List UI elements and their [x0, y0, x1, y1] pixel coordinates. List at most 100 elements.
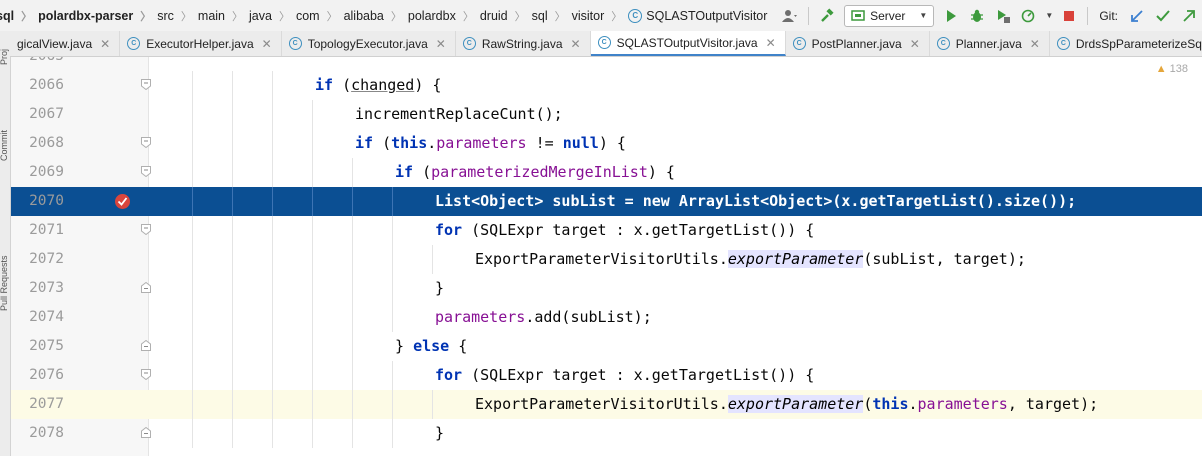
keyword-token: for [435, 221, 463, 239]
inspection-widget[interactable]: ▲ 138 [1156, 63, 1188, 75]
more-run-options-chevron-icon[interactable]: ▼ [1044, 5, 1054, 27]
code-line[interactable]: 2065 [11, 57, 1202, 71]
code-line[interactable]: 2075} else { [11, 332, 1202, 361]
code-token: ( [333, 76, 352, 94]
indent-guide [352, 187, 353, 216]
indent-guide [312, 100, 313, 129]
code-line[interactable]: 2078} [11, 419, 1202, 448]
code-line[interactable]: 2070 List<Object> subList = new ArrayList… [11, 187, 1202, 216]
breadcrumb-item[interactable]: sql 〉 [0, 8, 32, 24]
line-number: 2074 [29, 309, 64, 325]
close-tab-icon[interactable]: ✕ [1030, 37, 1040, 51]
breakpoint-icon[interactable] [114, 193, 131, 210]
fold-collapse-icon[interactable] [141, 137, 151, 148]
build-hammer-icon[interactable] [816, 5, 838, 27]
breadcrumb-item[interactable]: java 〉 [243, 8, 290, 24]
code-token: } [395, 337, 414, 355]
run-configuration-select[interactable]: Server ▼ [844, 4, 935, 27]
code-line[interactable]: 2071 for (SQLExpr target : x.getTargetLis… [11, 216, 1202, 245]
code-token: ( [373, 134, 392, 152]
close-tab-icon[interactable]: ✕ [100, 37, 110, 51]
breadcrumb-item[interactable]: visitor 〉 [566, 8, 623, 24]
keyword-token: if [395, 163, 414, 181]
tab-label: PostPlanner.java [811, 36, 902, 51]
close-tab-icon[interactable]: ✕ [910, 37, 920, 51]
code-line[interactable]: 2066 if (changed) { [11, 71, 1202, 100]
code-line[interactable]: 2069 if (parameterizedMergeInList) { [11, 158, 1202, 187]
code-line[interactable]: 2076 for (SQLExpr target : x.getTargetLis… [11, 361, 1202, 390]
breadcrumb-item[interactable]: druid 〉 [474, 8, 526, 24]
code-line[interactable]: 2072 ExportParameterVisitorUtils.exportPa… [11, 245, 1202, 274]
class-icon: C [288, 37, 302, 50]
class-icon: C [1056, 37, 1070, 50]
code-editor[interactable]: 20652066if (changed) {2067incrementRepla… [11, 57, 1202, 456]
debug-icon[interactable] [966, 5, 988, 27]
editor-tab[interactable]: CDrdsSpParameterizeSqlVisitor.java✕ [1050, 31, 1202, 56]
field-token: parameters [435, 308, 526, 326]
code-text: incrementReplaceCunt(); [355, 100, 563, 129]
git-push-icon[interactable] [1178, 5, 1200, 27]
user-icon[interactable] [779, 5, 801, 27]
editor-tab[interactable]: C RawString.java ✕ [456, 31, 591, 56]
editor-tab[interactable]: C TopologyExecutor.java ✕ [282, 31, 456, 56]
indent-guide [192, 419, 193, 448]
indent-guide [192, 216, 193, 245]
git-update-icon[interactable] [1126, 5, 1148, 27]
class-icon: C [792, 37, 806, 50]
close-tab-icon[interactable]: ✕ [766, 36, 776, 50]
breadcrumb-item[interactable]: src 〉 [151, 8, 192, 24]
editor-tab[interactable]: C ExecutorHelper.java ✕ [120, 31, 282, 56]
indent-guide [192, 129, 193, 158]
indent-guide [192, 361, 193, 390]
fold-collapse-icon[interactable] [141, 79, 151, 90]
indent-guide [192, 245, 193, 274]
code-line[interactable]: 2067 incrementReplaceCunt(); [11, 100, 1202, 129]
close-tab-icon[interactable]: ✕ [436, 37, 446, 51]
breadcrumb-item[interactable]: com 〉 [290, 8, 338, 24]
fold-collapse-icon[interactable] [141, 369, 151, 380]
code-line[interactable]: 2074 parameters.add(subList); [11, 303, 1202, 332]
breadcrumb-separator-icon: 〉 [326, 10, 338, 23]
indent-guide [392, 361, 393, 390]
run-with-coverage-icon[interactable] [992, 5, 1014, 27]
indent-guide [272, 245, 273, 274]
fold-end-icon[interactable] [141, 340, 151, 351]
editor-tab[interactable]: gicalView.java ✕ [10, 31, 121, 56]
breadcrumb-item[interactable]: alibaba 〉 [338, 8, 402, 24]
breadcrumb-item[interactable]: polardbx-parser 〉 [32, 8, 151, 24]
editor-tab[interactable]: C Planner.java ✕ [930, 31, 1050, 56]
breadcrumb-item[interactable]: sql 〉 [526, 8, 566, 24]
breadcrumb-item[interactable]: polardbx 〉 [402, 8, 474, 24]
indent-guide [232, 216, 233, 245]
toolbar-separator [1087, 6, 1089, 25]
breadcrumb-item[interactable]: CSQLASTOutputVisitor〉 [622, 8, 785, 24]
stop-icon[interactable] [1058, 5, 1080, 27]
indent-guide [312, 419, 313, 448]
indent-guide [232, 361, 233, 390]
indent-guide [352, 303, 353, 332]
code-text: ExportParameterVisitorUtils.exportParame… [475, 390, 1098, 419]
close-tab-icon[interactable]: ✕ [571, 37, 581, 51]
indent-guide [272, 129, 273, 158]
indent-guide [192, 158, 193, 187]
breadcrumb-label: src [157, 8, 174, 23]
profile-icon[interactable] [1018, 5, 1040, 27]
breadcrumb-item[interactable]: main 〉 [192, 8, 243, 24]
code-line[interactable]: 2077 ExportParameterVisitorUtils.exportPa… [11, 390, 1202, 419]
fold-end-icon[interactable] [141, 427, 151, 438]
run-icon[interactable] [940, 5, 962, 27]
editor-tab[interactable]: C PostPlanner.java ✕ [786, 31, 930, 56]
code-line[interactable]: 2068 if (this.parameters != null) { [11, 129, 1202, 158]
fold-collapse-icon[interactable] [141, 224, 151, 235]
close-tab-icon[interactable]: ✕ [262, 37, 272, 51]
code-line[interactable]: 2073} [11, 274, 1202, 303]
editor-tab[interactable]: C SQLASTOutputVisitor.java ✕ [590, 31, 786, 56]
commit-tool-button[interactable]: Commit [0, 101, 10, 161]
pull-requests-tool-button[interactable]: Pull Requests [0, 191, 10, 311]
indent-guide [352, 245, 353, 274]
git-commit-check-icon[interactable] [1152, 5, 1174, 27]
indent-guide [352, 361, 353, 390]
fold-end-icon[interactable] [141, 282, 151, 293]
indent-guide [312, 274, 313, 303]
fold-collapse-icon[interactable] [141, 166, 151, 177]
